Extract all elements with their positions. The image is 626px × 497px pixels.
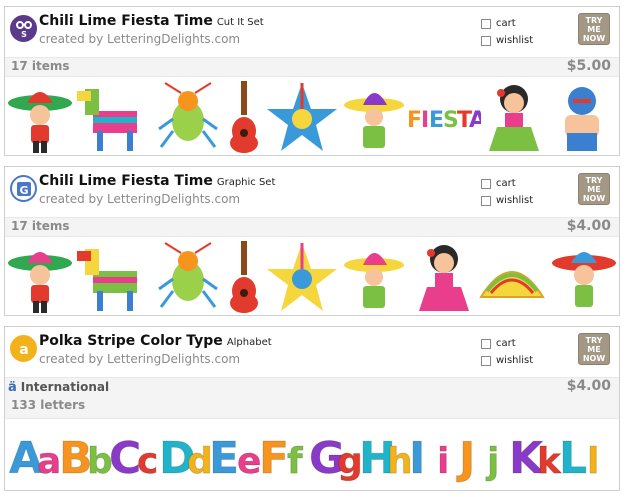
senorita-image xyxy=(489,85,539,151)
product-info-bar: ä International 133 letters $4.00 xyxy=(5,377,619,419)
svg-text:F: F xyxy=(407,108,422,133)
alphabet-letter: c xyxy=(136,441,159,483)
taco-image xyxy=(479,271,545,298)
wishlist-checkbox[interactable]: wishlist xyxy=(481,192,533,209)
action-checkboxes: cart wishlist xyxy=(481,175,533,209)
star-pinata-image xyxy=(267,243,337,311)
wishlist-label: wishlist xyxy=(496,355,534,366)
wishlist-checkbox[interactable]: wishlist xyxy=(481,32,533,49)
alphabet-letter: I xyxy=(408,433,426,485)
alphabet-letter: a xyxy=(36,441,62,483)
svg-text:E: E xyxy=(429,108,444,133)
checkbox-box[interactable] xyxy=(481,178,491,189)
senorita-image xyxy=(419,245,469,311)
alphabet-icon: a xyxy=(10,335,37,362)
svg-text:I: I xyxy=(421,108,429,133)
alphabet-preview-strip[interactable]: AaBbCcDdEeFfGgHhIiJjKkLl xyxy=(5,419,619,493)
product-header: a Polka Stripe Color Type Alphabet create… xyxy=(5,327,619,377)
alphabet-letter: j xyxy=(486,441,500,483)
product-card: a Polka Stripe Color Type Alphabet create… xyxy=(4,326,620,491)
cart-checkbox[interactable]: cart xyxy=(481,175,533,192)
product-title[interactable]: Chili Lime Fiesta Time Cut It Set xyxy=(39,13,264,29)
checkbox-box[interactable] xyxy=(481,35,491,46)
alphabet-letter: f xyxy=(287,441,304,483)
product-title-text[interactable]: Chili Lime Fiesta Time xyxy=(39,173,213,189)
checkbox-box[interactable] xyxy=(481,355,491,366)
mariachi-image xyxy=(344,253,404,308)
product-info-bar: 17 items $5.00 xyxy=(5,57,619,77)
alphabet-letter: E xyxy=(208,433,240,485)
action-checkboxes: cart wishlist xyxy=(481,335,533,369)
cart-checkbox[interactable]: cart xyxy=(481,335,533,352)
try-me-now-button[interactable]: TRY ME NOW xyxy=(578,173,610,205)
creator-link[interactable]: created by LetteringDelights.com xyxy=(39,352,240,366)
product-title[interactable]: Polka Stripe Color Type Alphabet xyxy=(39,333,272,349)
product-title-text[interactable]: Chili Lime Fiesta Time xyxy=(39,13,213,29)
product-subtype: Cut It Set xyxy=(216,17,264,28)
cart-label: cart xyxy=(496,18,516,29)
product-header: G Chili Lime Fiesta Time Graphic Set crea… xyxy=(5,167,619,217)
product-card: S Chili Lime Fiesta Time Cut It Set creat… xyxy=(4,6,620,156)
product-subtype: Graphic Set xyxy=(216,177,276,188)
product-card: G Chili Lime Fiesta Time Graphic Set crea… xyxy=(4,166,620,316)
product-title-text[interactable]: Polka Stripe Color Type xyxy=(39,333,223,349)
international-label: ä International xyxy=(8,380,109,394)
guitar-image xyxy=(230,81,258,153)
svg-text:A: A xyxy=(469,108,481,133)
action-checkboxes: cart wishlist xyxy=(481,15,533,49)
alphabet-letter: l xyxy=(586,441,600,483)
wishlist-checkbox[interactable]: wishlist xyxy=(481,352,533,369)
international-text: International xyxy=(20,380,110,394)
price: $5.00 xyxy=(566,58,611,74)
alphabet-letter: F xyxy=(258,433,290,485)
cockroach-image xyxy=(158,242,218,308)
wishlist-label: wishlist xyxy=(496,195,534,206)
cart-label: cart xyxy=(496,338,516,349)
alphabet-letter: L xyxy=(558,433,588,485)
creator-link[interactable]: created by LetteringDelights.com xyxy=(39,192,240,206)
svg-text:a: a xyxy=(19,342,28,358)
international-characters-icon: ä xyxy=(8,379,17,395)
svg-text:S: S xyxy=(21,30,27,39)
product-title[interactable]: Chili Lime Fiesta Time Graphic Set xyxy=(39,173,275,189)
letter-count: 133 letters xyxy=(11,398,86,412)
alphabet-letter: i xyxy=(436,441,450,483)
product-subtype: Alphabet xyxy=(226,337,272,348)
checkbox-box[interactable] xyxy=(481,195,491,206)
creator-link[interactable]: created by LetteringDelights.com xyxy=(39,32,240,46)
sombrero-boy-image xyxy=(8,92,72,153)
product-info-bar: 17 items $4.00 xyxy=(5,217,619,237)
pinata-donkey-image xyxy=(77,89,137,151)
graphic-set-icon: G xyxy=(10,175,37,202)
sombrero-boy-image xyxy=(8,252,72,313)
checkbox-box[interactable] xyxy=(481,18,491,29)
try-me-now-button[interactable]: TRY ME NOW xyxy=(578,13,610,45)
item-count: 17 items xyxy=(11,59,70,73)
alphabet-letter: e xyxy=(236,441,262,483)
preview-strip[interactable] xyxy=(5,237,619,319)
scissors-icon: S xyxy=(10,15,37,42)
cart-checkbox[interactable]: cart xyxy=(481,15,533,32)
checkbox-box[interactable] xyxy=(481,338,491,349)
preview-strip[interactable]: F I E S T A xyxy=(5,77,619,159)
item-count: 17 items xyxy=(11,219,70,233)
wishlist-label: wishlist xyxy=(496,35,534,46)
mariachi-image xyxy=(344,93,404,148)
sombrero-man-image xyxy=(552,252,616,307)
product-header: S Chili Lime Fiesta Time Cut It Set creat… xyxy=(5,7,619,57)
cart-label: cart xyxy=(496,178,516,189)
price: $4.00 xyxy=(566,378,611,394)
price: $4.00 xyxy=(566,218,611,234)
guitar-image xyxy=(230,241,258,313)
alphabet-letter: k xyxy=(537,441,562,483)
luchador-image xyxy=(565,87,599,151)
alphabet-letter: J xyxy=(458,433,476,485)
cockroach-image xyxy=(158,82,218,148)
try-me-now-button[interactable]: TRY ME NOW xyxy=(578,333,610,365)
pinata-donkey-image xyxy=(77,249,137,311)
fiesta-word-image: F I E S T A xyxy=(407,108,481,133)
svg-text:G: G xyxy=(19,184,28,197)
star-pinata-image xyxy=(267,83,337,151)
